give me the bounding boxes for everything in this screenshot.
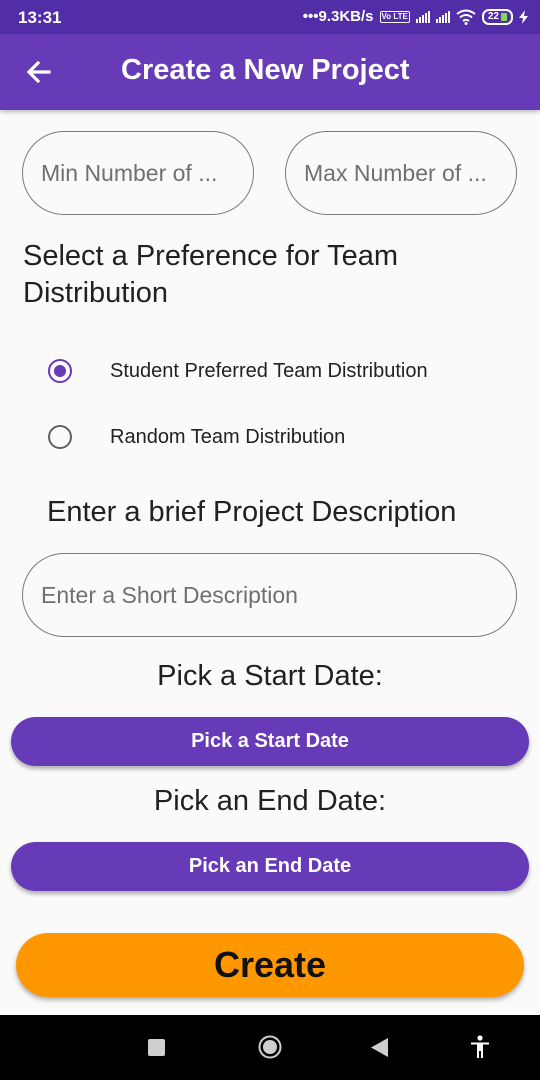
option-student-preferred[interactable]: Student Preferred Team Distribution (36, 346, 516, 396)
pick-start-date-button[interactable]: Pick a Start Date (11, 717, 529, 766)
recents-button[interactable] (148, 1039, 165, 1061)
option-label: Random Team Distribution (110, 425, 346, 448)
description-heading: Enter a brief Project Description (47, 496, 457, 528)
signal-icon (415, 10, 430, 23)
wifi-icon (456, 9, 476, 25)
page-title: Create a New Project (121, 54, 410, 86)
status-icons: •••9.3KB/s Vo LTE 22 (303, 8, 528, 25)
option-label: Student Preferred Team Distribution (110, 359, 428, 382)
accessibility-button[interactable] (469, 1035, 491, 1064)
back-icon (371, 1038, 388, 1057)
signal-icon (435, 10, 450, 23)
charging-icon (519, 9, 528, 24)
description-input[interactable] (22, 553, 517, 637)
volte-icon: Vo LTE (379, 10, 410, 23)
battery-level: 22 (487, 10, 499, 22)
network-speed: •••9.3KB/s (302, 8, 374, 25)
app-bar: Create a New Project (0, 34, 540, 110)
status-bar: 13:31 •••9.3KB/s Vo LTE 22 (0, 0, 540, 34)
radio-selected-icon[interactable] (48, 359, 72, 383)
home-icon (258, 1035, 282, 1059)
home-button[interactable] (258, 1035, 282, 1064)
start-date-heading: Pick a Start Date: (157, 660, 383, 692)
navigation-bar (0, 1015, 540, 1080)
accessibility-icon (471, 1035, 489, 1058)
min-team-size-input[interactable] (22, 131, 254, 215)
preference-heading: Select a Preference for Team Distributio… (23, 240, 399, 309)
end-date-heading: Pick an End Date: (153, 785, 387, 817)
status-time: 13:31 (18, 8, 62, 27)
max-team-size-input[interactable] (285, 131, 517, 215)
battery-icon: 22 (481, 8, 513, 25)
create-button[interactable]: Create (16, 933, 524, 997)
option-random[interactable]: Random Team Distribution (36, 412, 516, 462)
recents-icon (148, 1039, 165, 1056)
radio-unselected-icon[interactable] (48, 425, 72, 449)
pick-end-date-button[interactable]: Pick an End Date (11, 842, 529, 891)
back-button[interactable] (22, 56, 56, 88)
back-nav-button[interactable] (371, 1038, 388, 1062)
arrow-left-icon (26, 60, 51, 84)
